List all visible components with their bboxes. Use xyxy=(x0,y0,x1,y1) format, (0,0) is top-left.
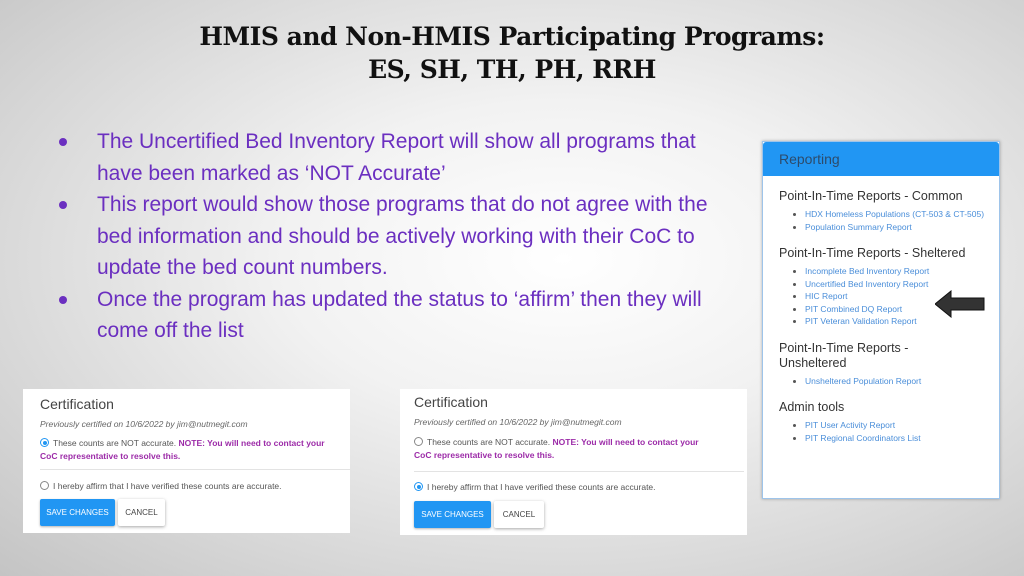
bullet-icon xyxy=(59,295,67,304)
section-admin-tools: Admin tools PIT User Activity Report PIT… xyxy=(779,400,999,444)
previously-certified-text: Previously certified on 10/6/2022 by jim… xyxy=(414,417,622,427)
bullet-list: The Uncertified Bed Inventory Report wil… xyxy=(55,126,735,347)
certification-form-affirm: Certification Previously certified on 10… xyxy=(400,389,747,535)
bullet-item: Once the program has updated the status … xyxy=(55,284,735,347)
report-link[interactable]: PIT Combined DQ Report xyxy=(805,304,902,314)
radio-affirm[interactable] xyxy=(40,481,49,490)
radio-affirm[interactable] xyxy=(414,482,423,491)
certification-title: Certification xyxy=(414,394,488,410)
reporting-panel: Reporting Point-In-Time Reports - Common… xyxy=(762,141,1000,499)
report-link-uncertified[interactable]: Uncertified Bed Inventory Report xyxy=(805,279,928,289)
section-pit-unsheltered: Point-In-Time Reports - Unsheltered Unsh… xyxy=(779,341,929,388)
report-link[interactable]: HIC Report xyxy=(805,291,848,301)
slide-title-line2: ES, SH, TH, PH, RRH xyxy=(368,55,656,84)
bullet-item: The Uncertified Bed Inventory Report wil… xyxy=(55,126,735,189)
cancel-button[interactable]: CANCEL xyxy=(494,501,544,528)
save-changes-button[interactable]: SAVE CHANGES xyxy=(414,501,491,528)
option-not-accurate[interactable]: These counts are NOT accurate. NOTE: You… xyxy=(414,436,714,461)
bullet-icon xyxy=(59,201,67,209)
report-link[interactable]: Incomplete Bed Inventory Report xyxy=(805,266,929,276)
report-link[interactable]: Unsheltered Population Report xyxy=(805,376,921,386)
option-not-accurate[interactable]: These counts are NOT accurate. NOTE: You… xyxy=(40,437,340,462)
divider xyxy=(40,469,350,470)
slide-title-line1: HMIS and Non-HMIS Participating Programs… xyxy=(199,22,825,51)
report-link[interactable]: PIT Regional Coordinators List xyxy=(805,433,921,443)
left-arrow-icon xyxy=(935,290,985,318)
radio-not-accurate[interactable] xyxy=(40,438,49,447)
certification-form-not-accurate: Certification Previously certified on 10… xyxy=(23,389,350,533)
report-link[interactable]: PIT Veteran Validation Report xyxy=(805,316,917,326)
report-link[interactable]: Population Summary Report xyxy=(805,222,912,232)
divider xyxy=(414,471,744,472)
slide-title: HMIS and Non-HMIS Participating Programs… xyxy=(0,20,1024,86)
certification-title: Certification xyxy=(40,396,114,412)
report-link[interactable]: PIT User Activity Report xyxy=(805,420,895,430)
radio-not-accurate[interactable] xyxy=(414,437,423,446)
previously-certified-text: Previously certified on 10/6/2022 by jim… xyxy=(40,419,248,429)
section-pit-common: Point-In-Time Reports - Common HDX Homel… xyxy=(779,189,999,233)
bullet-item: This report would show those programs th… xyxy=(55,189,735,284)
bullet-icon xyxy=(59,138,67,146)
option-affirm[interactable]: I hereby affirm that I have verified the… xyxy=(40,481,282,491)
save-changes-button[interactable]: SAVE CHANGES xyxy=(40,499,115,526)
reporting-header: Reporting xyxy=(763,142,999,176)
cancel-button[interactable]: CANCEL xyxy=(118,499,165,526)
option-affirm[interactable]: I hereby affirm that I have verified the… xyxy=(414,482,656,492)
report-link[interactable]: HDX Homeless Populations (CT-503 & CT-50… xyxy=(805,209,984,219)
